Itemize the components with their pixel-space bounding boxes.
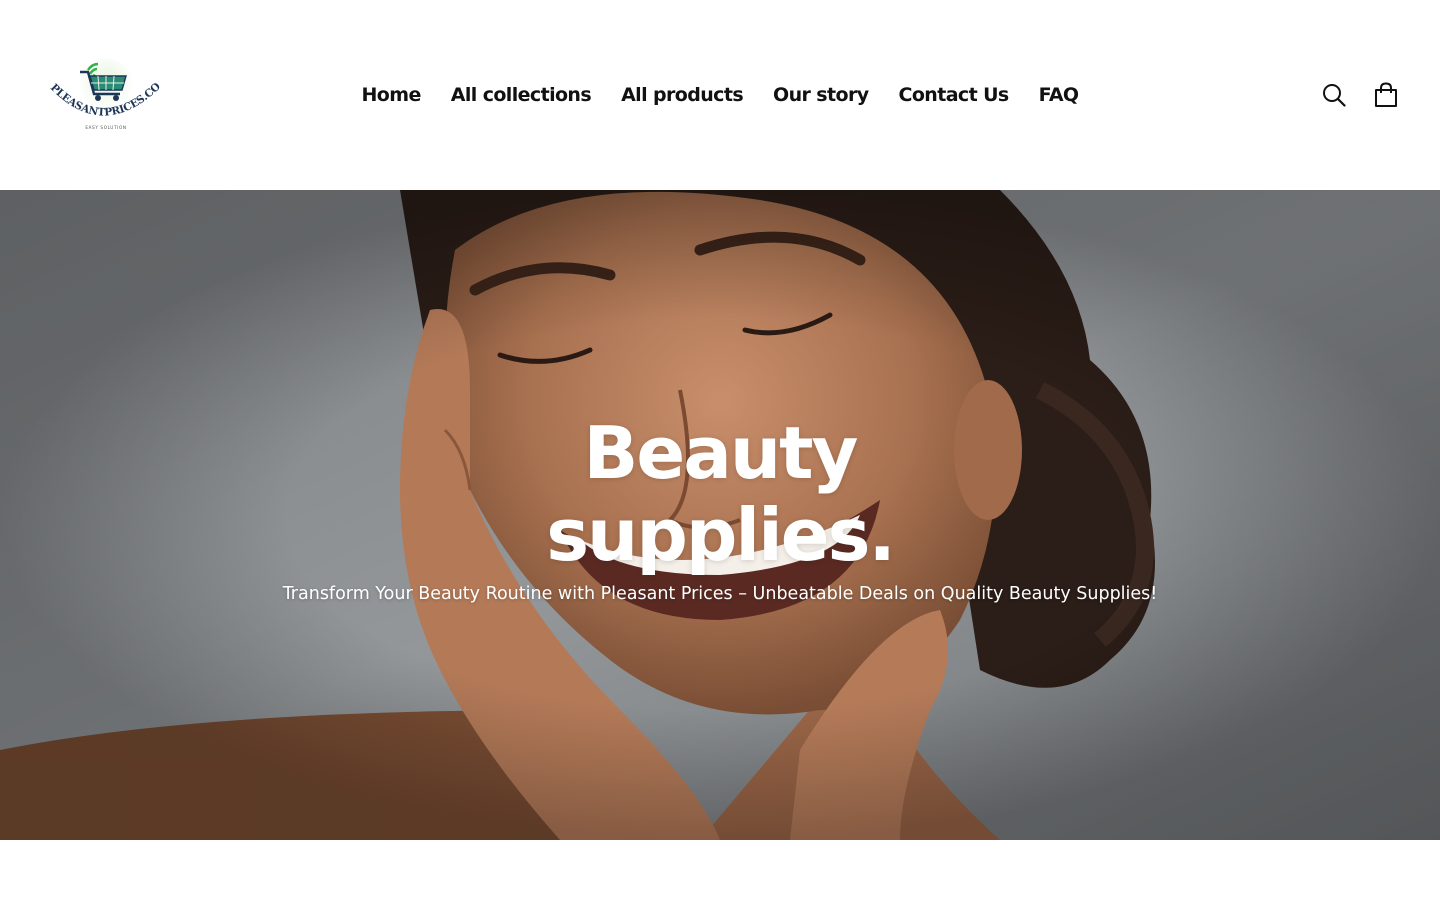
main-nav: Home All collections All products Our st… [0,80,1440,110]
nav-item-home[interactable]: Home [362,80,422,110]
hero-content: Beauty supplies. Transform Your Beauty R… [0,190,1440,840]
hero-subtitle: Transform Your Beauty Routine with Pleas… [282,584,1158,604]
page-section-below [0,840,1440,900]
cart-button[interactable] [1371,80,1401,110]
logo-tagline: EASY SOLUTION [85,125,126,130]
nav-item-contact-us[interactable]: Contact Us [899,80,1010,110]
nav-item-all-products[interactable]: All products [621,80,744,110]
cart-icon [1375,82,1397,107]
search-button[interactable] [1319,80,1349,110]
hero-banner[interactable]: Beauty supplies. Transform Your Beauty R… [0,190,1440,840]
nav-item-our-story[interactable]: Our story [773,80,869,110]
nav-item-faq[interactable]: FAQ [1039,80,1079,110]
hero-title: Beauty supplies. [0,412,1440,576]
hero-title-line2: supplies. [546,493,896,577]
search-icon [1323,84,1346,107]
nav-item-all-collections[interactable]: All collections [451,80,592,110]
hero-title-line1: Beauty [583,411,859,495]
site-header: PLEASANTPRICES.COM EASY SOLUTION Home Al… [0,0,1440,190]
